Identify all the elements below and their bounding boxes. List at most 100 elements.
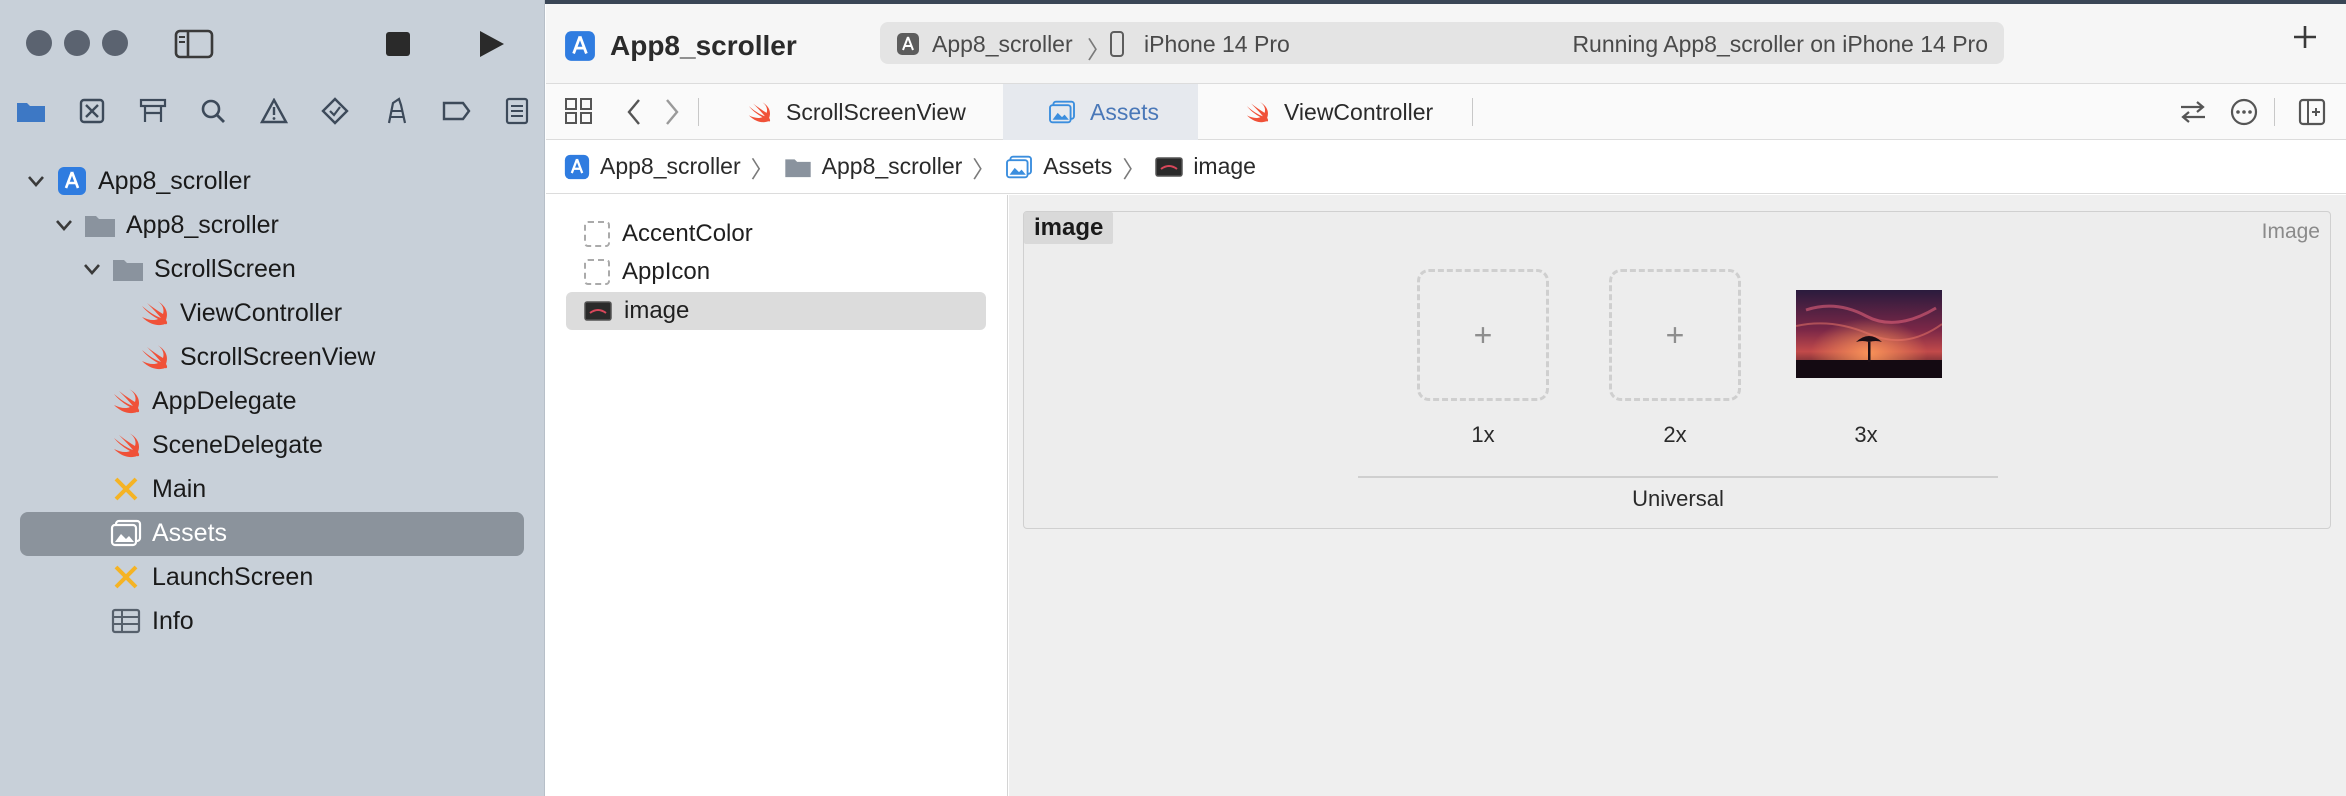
breadcrumb-label: image — [1193, 153, 1256, 179]
tree-item-assets[interactable]: Assets — [110, 514, 227, 552]
xcode-project-icon — [56, 165, 88, 197]
source-control-icon[interactable] — [75, 96, 109, 126]
breadcrumb-folder[interactable]: App8_scroller — [784, 153, 962, 180]
asset-catalog-icon — [1005, 155, 1033, 179]
forward-arrow-icon[interactable] — [664, 98, 680, 126]
slot-2x-label: 2x — [1663, 422, 1687, 447]
hierarchy-icon[interactable] — [136, 96, 170, 126]
tab-label: ScrollScreenView — [786, 98, 966, 125]
swift-file-icon — [110, 429, 142, 461]
breadcrumb-project[interactable]: App8_scroller — [564, 153, 741, 180]
activity-status: Running App8_scroller on iPhone 14 Pro — [1572, 31, 1988, 57]
chevron-down-icon[interactable] — [80, 263, 104, 275]
tree-item-label: AppDelegate — [152, 386, 297, 415]
chevron-right-icon: 〉 — [1122, 155, 1146, 182]
color-set-icon — [584, 221, 610, 247]
tree-item-label: ViewController — [180, 298, 343, 327]
tree-item-scrollscreenview[interactable]: ScrollScreenView — [138, 338, 375, 376]
slot-2x-dropzone[interactable]: + — [1609, 269, 1741, 401]
run-button[interactable] — [478, 29, 506, 59]
debug-icon[interactable] — [379, 96, 413, 126]
tree-item-label: App8_scroller — [126, 210, 279, 239]
asset-label: image — [624, 297, 690, 324]
breakpoint-icon[interactable] — [439, 96, 473, 126]
tree-item-label: SceneDelegate — [152, 430, 323, 459]
app-target-icon — [896, 32, 920, 56]
asset-detail-pane: image Image + + 1x 2x 3x Universal — [1009, 195, 2346, 796]
slot-3x-image-thumbnail[interactable] — [1796, 290, 1942, 378]
editor-tab-bar: ScrollScreenView Assets ViewController — [546, 84, 2346, 140]
idiom-divider — [1358, 476, 1998, 478]
image-set-name[interactable]: image — [1024, 212, 1114, 244]
folder-icon[interactable] — [14, 96, 48, 126]
tree-item-scenedelegate[interactable]: SceneDelegate — [110, 426, 323, 464]
swift-file-icon — [138, 341, 170, 373]
test-icon[interactable] — [318, 96, 352, 126]
tree-item-appdelegate[interactable]: AppDelegate — [110, 382, 297, 420]
asset-list: AccentColor AppIcon image — [546, 195, 1008, 796]
project-title: App8_scroller — [610, 30, 797, 61]
chevron-down-icon[interactable] — [24, 175, 48, 187]
xcode-project-icon — [564, 30, 596, 62]
tree-item-label: LaunchScreen — [152, 562, 314, 591]
iphone-icon — [1109, 31, 1125, 57]
swift-file-icon — [1244, 101, 1270, 123]
tab-assets[interactable]: Assets — [1048, 84, 1159, 140]
folder-icon — [112, 253, 144, 285]
plus-icon: + — [1473, 316, 1493, 353]
image-asset-icon — [584, 301, 612, 321]
chevron-right-icon: 〉 — [1087, 37, 1111, 64]
warning-icon[interactable] — [257, 96, 291, 126]
close-window-button[interactable] — [26, 30, 52, 56]
tree-item-label: Info — [152, 606, 194, 635]
tree-item-scrollscreen-folder[interactable]: ScrollScreen — [80, 250, 296, 288]
folder-icon — [784, 156, 812, 178]
breadcrumb-image[interactable]: image — [1155, 153, 1256, 180]
chevron-down-icon[interactable] — [52, 219, 76, 231]
asset-catalog-icon — [110, 517, 142, 549]
grid-icon[interactable] — [564, 96, 594, 126]
more-options-icon[interactable] — [2230, 98, 2258, 126]
scheme-activity-bar: App8_scroller 〉 iPhone 14 Pro Running Ap… — [880, 22, 2004, 64]
asset-catalog-icon — [1048, 100, 1076, 124]
sidebar-toggle-icon[interactable] — [174, 28, 214, 60]
storyboard-icon — [110, 473, 142, 505]
asset-item-accentcolor[interactable]: AccentColor — [566, 216, 986, 252]
folder-icon — [84, 209, 116, 241]
stop-button[interactable] — [386, 32, 410, 56]
tab-label: Assets — [1090, 98, 1160, 125]
zoom-window-button[interactable] — [102, 30, 128, 56]
add-editor-icon[interactable] — [2298, 98, 2326, 126]
image-asset-icon — [1155, 156, 1184, 177]
tree-item-info[interactable]: Info — [110, 602, 194, 640]
tab-scrollscreenview[interactable]: ScrollScreenView — [746, 84, 966, 140]
tab-viewcontroller[interactable]: ViewController — [1244, 84, 1433, 140]
device-selector[interactable]: iPhone 14 Pro — [1144, 31, 1290, 58]
find-icon[interactable] — [196, 96, 230, 126]
breadcrumb-assets[interactable]: Assets — [1005, 153, 1112, 180]
back-arrow-icon[interactable] — [626, 98, 642, 126]
tree-item-launchscreen[interactable]: LaunchScreen — [110, 558, 313, 596]
app-icon-set-icon — [584, 259, 610, 285]
swap-arrows-icon[interactable] — [2178, 100, 2208, 124]
slot-1x-dropzone[interactable]: + — [1417, 269, 1549, 401]
tree-item-viewcontroller[interactable]: ViewController — [138, 294, 342, 332]
asset-item-appicon[interactable]: AppIcon — [566, 254, 986, 290]
add-library-button[interactable] — [2292, 24, 2318, 50]
swift-file-icon — [746, 101, 772, 123]
asset-item-image[interactable]: image — [566, 293, 986, 329]
tree-item-project[interactable]: App8_scroller — [24, 162, 251, 200]
report-icon[interactable] — [500, 96, 534, 126]
tree-item-app-folder[interactable]: App8_scroller — [52, 206, 279, 244]
idiom-label: Universal — [1632, 486, 1724, 511]
scheme-selector[interactable]: App8_scroller — [932, 31, 1073, 58]
image-set-panel: image Image + + 1x 2x 3x Universal — [1023, 211, 2331, 529]
minimize-window-button[interactable] — [64, 30, 90, 56]
swift-file-icon — [138, 297, 170, 329]
asset-label: AccentColor — [622, 220, 753, 247]
asset-label: AppIcon — [622, 258, 711, 285]
chevron-right-icon: 〉 — [972, 155, 996, 182]
tree-item-main[interactable]: Main — [110, 470, 206, 508]
tree-item-label: Assets — [152, 518, 228, 547]
plist-icon — [110, 605, 142, 637]
